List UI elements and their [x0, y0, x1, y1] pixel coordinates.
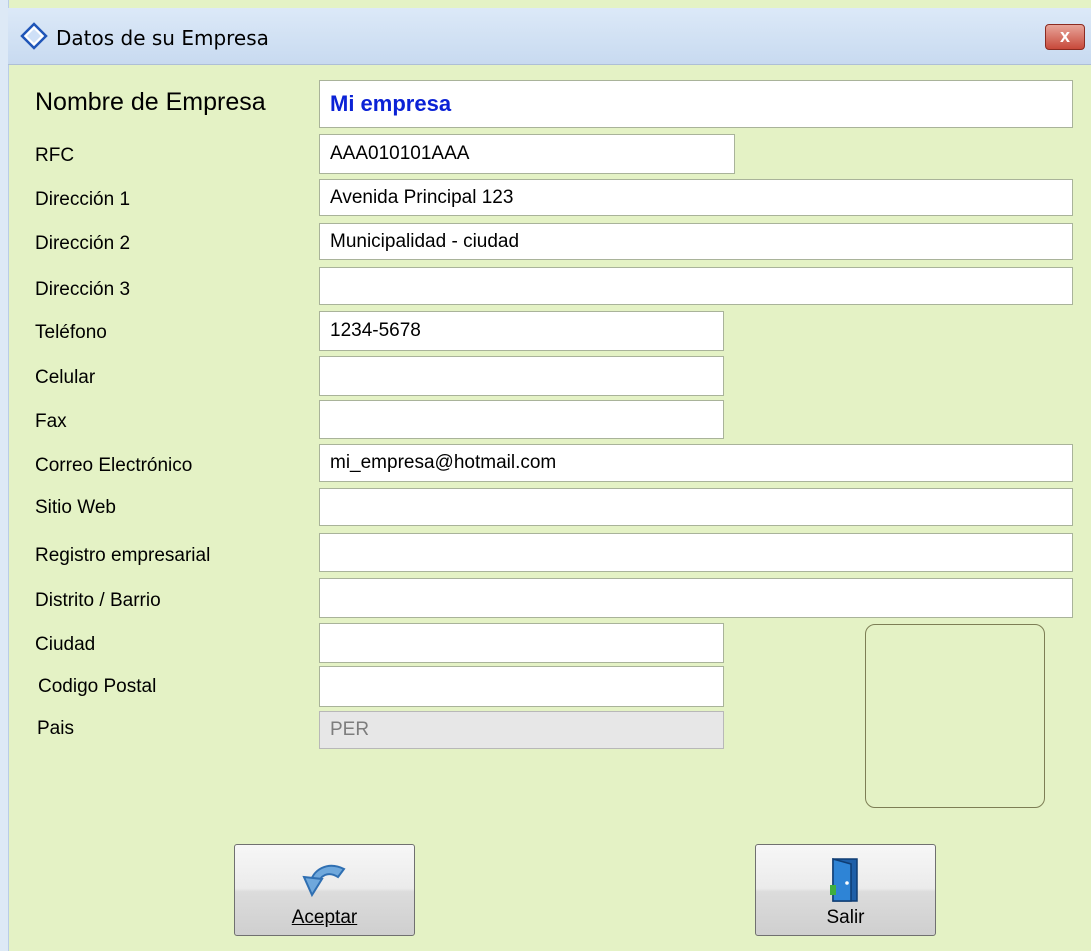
address-2-input[interactable]: Municipalidad - ciudad: [319, 223, 1073, 260]
accept-button-label: Aceptar: [235, 907, 414, 929]
label-district: Distrito / Barrio: [35, 590, 161, 611]
mobile-input[interactable]: [319, 356, 724, 396]
fax-input[interactable]: [319, 400, 724, 439]
label-address-2: Dirección 2: [35, 233, 131, 254]
district-input[interactable]: [319, 578, 1073, 618]
company-name-input[interactable]: Mi empresa: [319, 80, 1073, 128]
undo-arrow-icon: [301, 864, 346, 898]
label-phone: Teléfono: [35, 322, 107, 343]
exit-button-label: Salir: [826, 907, 865, 928]
address-3-input[interactable]: [319, 267, 1073, 305]
email-input[interactable]: mi_empresa@hotmail.com: [319, 444, 1073, 482]
city-input[interactable]: [319, 623, 724, 663]
door-exit-icon: [829, 858, 858, 902]
title-bar: Datos de su Empresa x: [8, 8, 1091, 65]
label-city: Ciudad: [35, 634, 96, 655]
website-input[interactable]: [319, 488, 1073, 526]
accept-button[interactable]: Aceptar: [234, 844, 415, 936]
label-address-1: Dirección 1: [35, 189, 131, 210]
window-title: Datos de su Empresa: [56, 26, 269, 50]
label-mobile: Celular: [35, 367, 96, 388]
label-website: Sitio Web: [35, 497, 116, 518]
label-rfc: RFC: [35, 145, 75, 166]
label-email: Correo Electrónico: [35, 455, 193, 476]
postal-code-input[interactable]: [319, 666, 724, 707]
rfc-input[interactable]: AAA010101AAA: [319, 134, 735, 174]
country-input: PER: [319, 711, 724, 749]
label-postal-code: Codigo Postal: [38, 676, 157, 697]
exit-button[interactable]: Salir: [755, 844, 936, 936]
close-icon: x: [1059, 26, 1070, 46]
label-address-3: Dirección 3: [35, 279, 131, 300]
phone-input[interactable]: 1234-5678: [319, 311, 724, 351]
address-1-input[interactable]: Avenida Principal 123: [319, 179, 1073, 216]
logo-frame[interactable]: [865, 624, 1045, 808]
business-registry-input[interactable]: [319, 533, 1073, 572]
label-fax: Fax: [35, 411, 67, 432]
company-data-window: Datos de su Empresa x Nombre de Empresa …: [0, 0, 1091, 951]
label-business-registry: Registro empresarial: [35, 545, 211, 566]
window-left-edge: [0, 0, 9, 951]
accept-label-text: Aceptar: [291, 907, 358, 928]
label-company-name: Nombre de Empresa: [35, 88, 266, 116]
label-country: Pais: [37, 718, 74, 739]
diamond-icon: [20, 22, 48, 50]
close-button[interactable]: x: [1045, 24, 1085, 50]
